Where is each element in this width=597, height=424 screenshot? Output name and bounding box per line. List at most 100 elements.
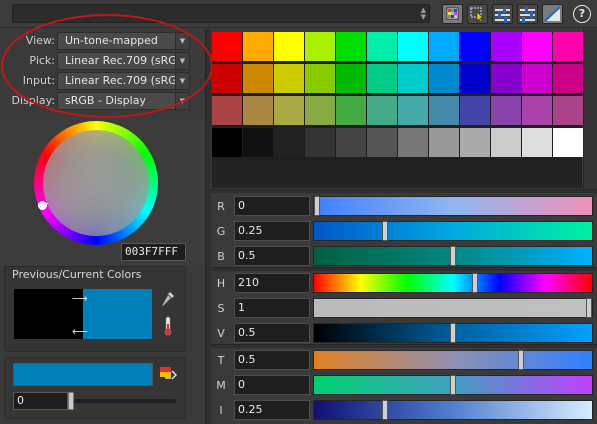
- sliders-view-button-2[interactable]: [517, 4, 538, 24]
- slider-bar-m[interactable]: [313, 375, 593, 395]
- slider-value-r[interactable]: 0: [234, 196, 310, 216]
- alpha-value-field[interactable]: 0: [13, 392, 68, 410]
- eyedropper-icon[interactable]: [161, 291, 175, 307]
- palette-swatch[interactable]: [367, 64, 397, 93]
- slider-handle-m[interactable]: [450, 375, 456, 395]
- palette-swatch[interactable]: [491, 96, 521, 125]
- palette-swatch[interactable]: [367, 96, 397, 125]
- palette-divider[interactable]: [211, 189, 597, 193]
- slider-handle-r[interactable]: [314, 196, 320, 216]
- hex-value-field[interactable]: 003F7FFF: [121, 243, 186, 261]
- palette-swatch[interactable]: [398, 96, 428, 125]
- palette-swatch[interactable]: [305, 128, 335, 157]
- palette-swatch[interactable]: [336, 64, 366, 93]
- view-dropdown[interactable]: Un-tone-mapped ▼: [57, 32, 190, 50]
- input-dropdown[interactable]: Linear Rec.709 (sRGB) ▼: [57, 72, 190, 90]
- palette-swatch[interactable]: [398, 128, 428, 157]
- palette-swatch[interactable]: [243, 128, 273, 157]
- palette-swatch[interactable]: [212, 128, 242, 157]
- color-source-dropdown[interactable]: ▲ ▼: [12, 4, 430, 23]
- palette-swatch[interactable]: [429, 32, 459, 61]
- color-wheel[interactable]: [34, 121, 158, 245]
- palette-swatch[interactable]: [274, 32, 304, 61]
- palette-swatch[interactable]: [336, 96, 366, 125]
- slider-handle-h[interactable]: [472, 273, 478, 293]
- color-wheel-marker[interactable]: [38, 201, 47, 210]
- palette-swatch[interactable]: [429, 128, 459, 157]
- palette-swatch[interactable]: [243, 64, 273, 93]
- slider-bar-v[interactable]: [313, 323, 593, 343]
- palette-grid-button[interactable]: [442, 4, 463, 24]
- swap-colors-icon[interactable]: [159, 365, 177, 383]
- palette-swatch[interactable]: [522, 64, 552, 93]
- slider-value-t[interactable]: 0.5: [234, 350, 310, 370]
- slider-value-v[interactable]: 0.5: [234, 323, 310, 343]
- palette-swatch[interactable]: [553, 128, 583, 157]
- alpha-slider-track[interactable]: [71, 399, 176, 403]
- palette-swatch[interactable]: [243, 32, 273, 61]
- slider-handle-v[interactable]: [450, 323, 456, 343]
- current-color-swatch[interactable]: [83, 289, 152, 339]
- palette-swatch[interactable]: [212, 32, 242, 61]
- palette-swatch[interactable]: [367, 32, 397, 61]
- slider-value-h[interactable]: 210: [234, 273, 310, 293]
- palette-swatch[interactable]: [553, 96, 583, 125]
- palette-swatch[interactable]: [460, 32, 490, 61]
- palette-swatch[interactable]: [491, 64, 521, 93]
- slider-bar-b[interactable]: [313, 246, 593, 266]
- palette-swatch[interactable]: [274, 96, 304, 125]
- panel-divider[interactable]: [205, 29, 211, 424]
- palette-swatch[interactable]: [460, 128, 490, 157]
- slider-bar-t[interactable]: [313, 350, 593, 370]
- palette-swatch[interactable]: [305, 64, 335, 93]
- slider-value-m[interactable]: 0: [234, 375, 310, 395]
- ramp-button[interactable]: [542, 4, 563, 24]
- palette-swatch[interactable]: [553, 64, 583, 93]
- palette-swatch[interactable]: [460, 96, 490, 125]
- palette-swatch[interactable]: [553, 32, 583, 61]
- slider-bar-i[interactable]: [313, 400, 593, 420]
- palette-swatch[interactable]: [398, 32, 428, 61]
- palette-swatch[interactable]: [522, 32, 552, 61]
- slider-bar-s[interactable]: [313, 298, 593, 318]
- color-wheel-inner[interactable]: [43, 130, 149, 236]
- palette-swatch[interactable]: [429, 64, 459, 93]
- palette-swatch[interactable]: [274, 128, 304, 157]
- slider-value-g[interactable]: 0.25: [234, 221, 310, 241]
- palette-swatch[interactable]: [274, 64, 304, 93]
- slider-handle-g[interactable]: [382, 221, 388, 241]
- palette-swatch[interactable]: [491, 32, 521, 61]
- display-dropdown[interactable]: sRGB - Display ▼: [57, 92, 190, 110]
- palette-swatch[interactable]: [522, 96, 552, 125]
- palette-swatch[interactable]: [212, 64, 242, 93]
- palette-scrollbar[interactable]: [583, 29, 597, 189]
- slider-value-i[interactable]: 0.25: [234, 400, 310, 420]
- slider-bar-g[interactable]: [313, 221, 593, 241]
- palette-swatch[interactable]: [522, 128, 552, 157]
- palette-swatch[interactable]: [305, 96, 335, 125]
- slider-value-s[interactable]: 1: [234, 298, 310, 318]
- slider-bar-r[interactable]: [313, 196, 593, 216]
- slider-value-b[interactable]: 0.5: [234, 246, 310, 266]
- slider-handle-s[interactable]: [586, 298, 592, 318]
- palette-swatch[interactable]: [243, 96, 273, 125]
- slider-handle-t[interactable]: [518, 350, 524, 370]
- palette-swatch[interactable]: [398, 64, 428, 93]
- palette-swatch[interactable]: [336, 128, 366, 157]
- thermometer-icon[interactable]: [162, 316, 174, 336]
- palette-swatch[interactable]: [212, 96, 242, 125]
- sliders-view-button-1[interactable]: [492, 4, 513, 24]
- palette-swatch[interactable]: [367, 128, 397, 157]
- slider-bar-h[interactable]: [313, 273, 593, 293]
- palette-swatch[interactable]: [460, 64, 490, 93]
- palette-swatch[interactable]: [491, 128, 521, 157]
- palette-swatch[interactable]: [305, 32, 335, 61]
- pick-dropdown[interactable]: Linear Rec.709 (sRGB) ▼: [57, 52, 190, 70]
- slider-handle-b[interactable]: [450, 246, 456, 266]
- palette-swatch[interactable]: [336, 32, 366, 61]
- slider-handle-i[interactable]: [382, 400, 388, 420]
- alpha-slider-handle[interactable]: [68, 392, 74, 410]
- screen-picker-button[interactable]: [467, 4, 488, 24]
- help-icon[interactable]: ?: [573, 5, 591, 23]
- palette-swatch[interactable]: [429, 96, 459, 125]
